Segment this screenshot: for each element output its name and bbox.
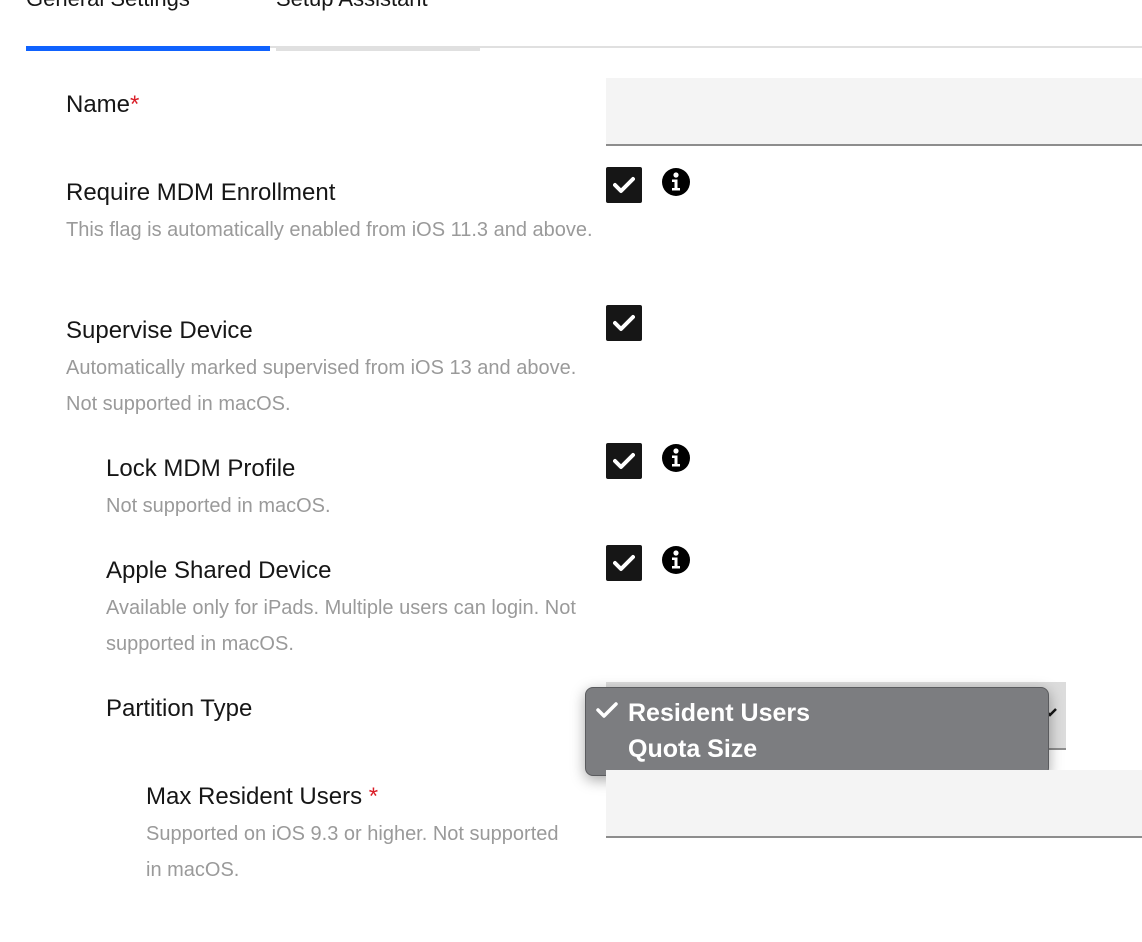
option-quota-size[interactable]: Quota Size bbox=[628, 731, 757, 767]
checkmark-icon bbox=[613, 453, 635, 469]
supervise-device-helper: Automatically marked supervised from iOS… bbox=[66, 357, 577, 415]
shared-device-helper: Available only for iPads. Multiple users… bbox=[106, 597, 576, 655]
max-resident-users-label: Max Resident Users * bbox=[146, 781, 378, 813]
require-mdm-helper: This flag is automatically enabled from … bbox=[66, 219, 593, 241]
partition-type-dropdown: Resident Users Quota Size bbox=[585, 687, 1049, 776]
tab-label: General Settings bbox=[26, 0, 270, 16]
checkmark-icon bbox=[613, 315, 635, 331]
lock-mdm-checkbox[interactable] bbox=[606, 443, 642, 479]
lock-mdm-label: Lock MDM Profile bbox=[106, 455, 296, 482]
max-resident-users-helper: Supported on iOS 9.3 or higher. Not supp… bbox=[146, 823, 559, 881]
checkmark-icon bbox=[613, 555, 635, 571]
tab-active-indicator bbox=[26, 46, 270, 51]
require-mdm-label: Require MDM Enrollment bbox=[66, 179, 336, 206]
lock-mdm-helper: Not supported in macOS. bbox=[106, 495, 331, 517]
option-resident-users[interactable]: Resident Users bbox=[628, 695, 810, 731]
checkmark-icon bbox=[613, 177, 635, 193]
tab-inactive-indicator bbox=[276, 46, 480, 51]
required-mark: * bbox=[368, 783, 379, 810]
info-icon[interactable] bbox=[661, 167, 691, 197]
info-icon[interactable] bbox=[661, 443, 691, 473]
max-resident-users-input[interactable] bbox=[606, 770, 1142, 838]
max-resident-users-label-text: Max Resident Users bbox=[146, 783, 363, 810]
tab-label: Setup Assistant bbox=[276, 0, 480, 16]
shared-device-checkbox[interactable] bbox=[606, 545, 642, 581]
shared-device-label: Apple Shared Device bbox=[106, 557, 332, 584]
tab-setup-assistant[interactable]: Setup Assistant bbox=[276, 0, 480, 51]
name-label-text: Name bbox=[66, 91, 131, 118]
name-input[interactable] bbox=[606, 78, 1142, 146]
tab-general-settings[interactable]: General Settings bbox=[26, 0, 270, 51]
require-mdm-checkbox[interactable] bbox=[606, 167, 642, 203]
checkmark-icon bbox=[596, 702, 618, 718]
supervise-device-checkbox[interactable] bbox=[606, 305, 642, 341]
name-label: Name* bbox=[66, 89, 139, 121]
info-icon[interactable] bbox=[661, 545, 691, 575]
required-mark: * bbox=[130, 91, 140, 118]
supervise-device-label: Supervise Device bbox=[66, 317, 253, 344]
partition-type-label: Partition Type bbox=[106, 695, 253, 722]
